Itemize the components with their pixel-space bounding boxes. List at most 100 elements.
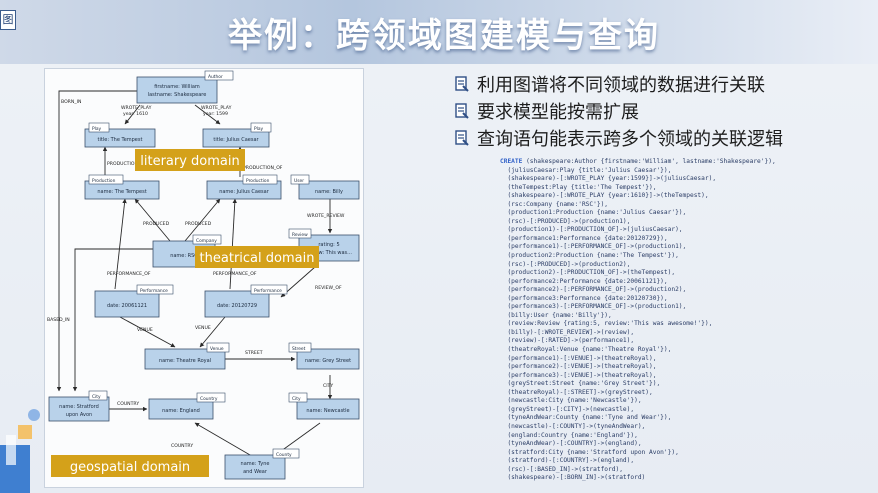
slide-title: 举例：跨领域图建模与查询 bbox=[228, 16, 660, 56]
code-text: (juliusCaesar:Play {title:'Julius Caesar… bbox=[500, 166, 672, 174]
code-text: (performance3:Performance {date:20120730… bbox=[500, 294, 668, 302]
svg-text:name: England: name: England bbox=[162, 408, 200, 414]
domain-label-geospatial: geospatial domain bbox=[51, 455, 209, 477]
edge-label-produced-2: PRODUCED bbox=[185, 221, 212, 227]
svg-text:Play: Play bbox=[254, 126, 264, 132]
code-line: (greyStreet:Street {name:'Grey Street'})… bbox=[500, 380, 872, 389]
svg-text:and Wear: and Wear bbox=[243, 469, 268, 475]
svg-text:theatrical domain: theatrical domain bbox=[200, 251, 315, 266]
bullet-text: 利用图谱将不同领域的数据进行关联 bbox=[477, 74, 765, 96]
node-shakespeare: Author firstname: William lastname: Shak… bbox=[136, 70, 234, 104]
svg-text:User: User bbox=[294, 178, 304, 184]
code-line: (performance3:Performance {date:20120730… bbox=[500, 295, 872, 304]
node-venue: Venue name: Theatre Royal bbox=[144, 342, 230, 370]
code-text: (rsc)-[:PRODUCED]->(production2), bbox=[500, 260, 631, 268]
edge-produced-1 bbox=[134, 198, 171, 242]
svg-text:Production: Production bbox=[246, 178, 270, 184]
bullet-list: 利用图谱将不同领域的数据进行关联 要求模型能按需扩展 查询语句能表示跨多个领域的… bbox=[455, 70, 783, 151]
node-perf1: Performance date: 20061121 bbox=[94, 284, 174, 318]
bullet-text: 要求模型能按需扩展 bbox=[477, 101, 639, 123]
code-line: (billy:User {name:'Billy'}), bbox=[500, 312, 872, 321]
code-line: (billy)-[:WROTE_REVIEW]->(review), bbox=[500, 329, 872, 338]
bullet-item: 利用图谱将不同领域的数据进行关联 bbox=[455, 70, 783, 97]
edge-label-venue-1: VENUE bbox=[137, 327, 153, 333]
node-country: Country name: England bbox=[148, 392, 226, 420]
svg-text:name: The Tempest: name: The Tempest bbox=[97, 189, 146, 195]
svg-text:title: Julius Caesar: title: Julius Caesar bbox=[213, 137, 259, 143]
svg-text:Venue: Venue bbox=[210, 346, 224, 352]
node-tempest-play: Play title: The Tempest bbox=[84, 122, 156, 148]
code-text: (review:Review {rating:5, review:'This w… bbox=[500, 320, 713, 328]
code-line: (rsc)-[:BASED_IN]->(stratford), bbox=[500, 466, 872, 475]
edge-produced-2 bbox=[184, 198, 221, 242]
code-line: (theatreRoyal)-[:STREET]->(greyStreet), bbox=[500, 389, 872, 398]
domain-label-theatrical: theatrical domain bbox=[195, 246, 319, 268]
code-text: (stratford:City {name:'Stratford upon Av… bbox=[500, 448, 679, 456]
code-text: (performance1)-[:PERFORMANCE_OF]->(produ… bbox=[500, 243, 687, 251]
node-city-stratford: City name: Stratford upon Avon bbox=[48, 390, 110, 422]
code-text: (shakespeare)-[:WROTE_PLAY {year:1599}]-… bbox=[500, 175, 717, 183]
edge-venue-2 bbox=[199, 316, 226, 348]
node-perf2: Performance date: 20120729 bbox=[204, 284, 288, 318]
code-line: (theTempest:Play {title:'The Tempest'}), bbox=[500, 184, 872, 193]
note-icon bbox=[455, 129, 469, 146]
svg-text:geospatial domain: geospatial domain bbox=[70, 460, 190, 475]
svg-text:title: The Tempest: title: The Tempest bbox=[98, 137, 143, 143]
code-line: (newcastle:City {name:'Newcastle'}), bbox=[500, 397, 872, 406]
code-text: (performance3)-[:PERFORMANCE_OF]->(produ… bbox=[500, 303, 687, 311]
edge-label-country-2: COUNTRY bbox=[171, 443, 193, 449]
code-text: (greyStreet)-[:CITY]->(newcastle), bbox=[500, 405, 635, 413]
svg-text:name: Theatre Royal: name: Theatre Royal bbox=[159, 358, 211, 364]
code-line: (performance2)-[:VENUE]->(theatreRoyal), bbox=[500, 363, 872, 372]
svg-text:name: Billy: name: Billy bbox=[315, 189, 343, 195]
code-text: (production1:Production {name:'Julius Ca… bbox=[500, 209, 687, 217]
code-text: (performance2)-[:VENUE]->(theatreRoyal), bbox=[500, 363, 657, 371]
note-icon bbox=[455, 102, 469, 119]
edge-label-performance-of-2: PERFORMANCE_OF bbox=[213, 271, 257, 277]
svg-text:Production: Production bbox=[92, 178, 116, 184]
svg-text:City: City bbox=[292, 396, 301, 402]
code-line: (stratford)-[:COUNTRY]->(england), bbox=[500, 457, 872, 466]
code-line: (greyStreet)-[:CITY]->(newcastle), bbox=[500, 406, 872, 415]
code-line: (tyneAndWear)-[:COUNTRY]->(england), bbox=[500, 440, 872, 449]
svg-text:Author: Author bbox=[208, 74, 223, 80]
code-text: (shakespeare)-[:WROTE_PLAY {year:1610}]-… bbox=[500, 192, 709, 200]
code-text: (theTempest:Play {title:'The Tempest'}), bbox=[500, 183, 657, 191]
code-text: (production2:Production {name:'The Tempe… bbox=[500, 252, 679, 260]
svg-text:date: 20061121: date: 20061121 bbox=[107, 303, 147, 309]
node-county: County name: Tyne and Wear bbox=[224, 448, 300, 480]
svg-text:Company: Company bbox=[196, 238, 217, 244]
edge-label-country-1: COUNTRY bbox=[117, 401, 139, 407]
code-line: (shakespeare)-[:WROTE_PLAY {year:1610}]-… bbox=[500, 192, 872, 201]
svg-text:Performance: Performance bbox=[254, 288, 282, 294]
edge-label-venue-2: VENUE bbox=[195, 325, 211, 331]
code-text: (rsc)-[:PRODUCED]->(production1), bbox=[500, 217, 631, 225]
note-icon bbox=[455, 75, 469, 92]
svg-text:Performance: Performance bbox=[140, 288, 168, 294]
svg-text:County: County bbox=[276, 452, 292, 458]
svg-text:name: Julius Caesar: name: Julius Caesar bbox=[219, 189, 270, 195]
edge-label-produced-1: PRODUCED bbox=[143, 221, 170, 227]
code-text: (england:Country {name:'England'}), bbox=[500, 431, 638, 439]
edge-country-2 bbox=[194, 422, 258, 460]
edge-based-in bbox=[72, 248, 157, 392]
edge-label-year-2: year: 1599 bbox=[203, 111, 228, 117]
svg-text:lastname: Shakespeare: lastname: Shakespeare bbox=[148, 92, 207, 98]
svg-text:Play: Play bbox=[92, 126, 102, 132]
code-line: (performance1)-[:PERFORMANCE_OF]->(produ… bbox=[500, 243, 872, 252]
code-text: (theatreRoyal:Venue {name:'Theatre Royal… bbox=[500, 346, 672, 354]
code-line: CREATE (shakespeare:Author {firstname:'W… bbox=[500, 158, 872, 167]
svg-text:name: Stratford: name: Stratford bbox=[59, 404, 99, 410]
code-keyword: CREATE bbox=[500, 158, 523, 165]
edge-label-wrote-play-2: WROTE_PLAY bbox=[201, 105, 232, 111]
svg-text:name: RSC: name: RSC bbox=[170, 253, 198, 259]
node-prod-caesar: Production name: Julius Caesar bbox=[206, 174, 282, 200]
code-text: (review)-[:RATED]->(performance1), bbox=[500, 337, 635, 345]
bullet-text: 查询语句能表示跨多个领域的关联逻辑 bbox=[477, 128, 783, 150]
svg-text:upon Avon: upon Avon bbox=[66, 412, 92, 418]
code-line: (juliusCaesar:Play {title:'Julius Caesar… bbox=[500, 167, 872, 176]
code-text: (production1)-[:PRODUCTION_OF]->(juliusC… bbox=[500, 226, 683, 234]
code-text: (billy)-[:WROTE_REVIEW]->(review), bbox=[500, 328, 635, 336]
code-text: (billy:User {name:'Billy'}), bbox=[500, 311, 612, 319]
code-line: (performance3)-[:VENUE]->(theatreRoyal), bbox=[500, 372, 872, 381]
